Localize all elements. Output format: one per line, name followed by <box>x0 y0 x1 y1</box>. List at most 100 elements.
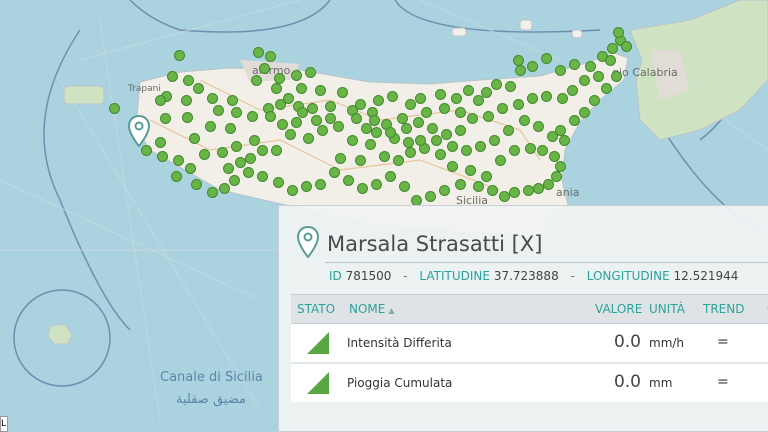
station-marker[interactable] <box>605 55 616 66</box>
station-marker[interactable] <box>379 151 390 162</box>
station-marker[interactable] <box>431 135 442 146</box>
station-marker[interactable] <box>579 75 590 86</box>
col-unita[interactable]: UNITÀ <box>649 302 685 316</box>
station-marker[interactable] <box>259 63 270 74</box>
station-marker[interactable] <box>265 51 276 62</box>
station-marker[interactable] <box>225 123 236 134</box>
station-marker[interactable] <box>257 171 268 182</box>
station-marker[interactable] <box>509 187 520 198</box>
station-marker[interactable] <box>425 191 436 202</box>
station-marker[interactable] <box>435 149 446 160</box>
station-marker[interactable] <box>317 125 328 136</box>
station-marker[interactable] <box>455 179 466 190</box>
station-marker[interactable] <box>413 117 424 128</box>
station-marker[interactable] <box>189 133 200 144</box>
station-marker[interactable] <box>569 115 580 126</box>
station-marker[interactable] <box>171 171 182 182</box>
station-marker[interactable] <box>473 181 484 192</box>
col-nome[interactable]: NOME ▲ <box>349 302 395 316</box>
station-marker[interactable] <box>515 65 526 76</box>
station-marker[interactable] <box>427 123 438 134</box>
station-marker[interactable] <box>537 145 548 156</box>
station-marker[interactable] <box>401 123 412 134</box>
station-marker[interactable] <box>543 179 554 190</box>
station-marker[interactable] <box>333 121 344 132</box>
station-marker[interactable] <box>182 112 193 123</box>
station-marker[interactable] <box>475 141 486 152</box>
station-marker[interactable] <box>365 139 376 150</box>
station-marker[interactable] <box>483 111 494 122</box>
station-marker[interactable] <box>371 127 382 138</box>
station-marker[interactable] <box>155 137 166 148</box>
station-marker[interactable] <box>253 47 264 58</box>
station-marker[interactable] <box>525 143 536 154</box>
station-marker[interactable] <box>305 67 316 78</box>
station-marker[interactable] <box>523 185 534 196</box>
station-marker[interactable] <box>245 153 256 164</box>
station-marker[interactable] <box>473 95 484 106</box>
station-marker[interactable] <box>555 65 566 76</box>
station-marker[interactable] <box>357 183 368 194</box>
station-marker[interactable] <box>325 101 336 112</box>
station-marker[interactable] <box>297 107 308 118</box>
station-marker[interactable] <box>463 85 474 96</box>
station-marker[interactable] <box>355 155 366 166</box>
station-marker[interactable] <box>296 83 307 94</box>
station-marker[interactable] <box>613 27 624 38</box>
selected-station-marker[interactable] <box>127 114 151 148</box>
station-marker[interactable] <box>385 127 396 138</box>
station-marker[interactable] <box>160 113 171 124</box>
station-marker[interactable] <box>283 93 294 104</box>
station-marker[interactable] <box>527 61 538 72</box>
station-marker[interactable] <box>273 177 284 188</box>
station-marker[interactable] <box>415 93 426 104</box>
station-marker[interactable] <box>315 85 326 96</box>
station-marker[interactable] <box>247 111 258 122</box>
station-marker[interactable] <box>277 119 288 130</box>
station-marker[interactable] <box>505 81 516 92</box>
station-marker[interactable] <box>435 89 446 100</box>
station-marker[interactable] <box>589 95 600 106</box>
station-marker[interactable] <box>547 131 558 142</box>
station-marker[interactable] <box>351 113 362 124</box>
station-marker[interactable] <box>513 99 524 110</box>
station-marker[interactable] <box>157 151 168 162</box>
col-stato[interactable]: STATO <box>297 302 335 316</box>
station-marker[interactable] <box>231 141 242 152</box>
station-marker[interactable] <box>527 93 538 104</box>
table-row[interactable]: Pioggia Cumulata 0.0 mm = <box>291 364 768 402</box>
station-marker[interactable] <box>489 135 500 146</box>
station-marker[interactable] <box>405 99 416 110</box>
station-marker[interactable] <box>503 125 514 136</box>
station-marker[interactable] <box>343 175 354 186</box>
station-marker[interactable] <box>441 129 452 140</box>
station-marker[interactable] <box>569 59 580 70</box>
station-marker[interactable] <box>621 41 632 52</box>
station-marker[interactable] <box>329 167 340 178</box>
station-marker[interactable] <box>497 103 508 114</box>
station-marker[interactable] <box>487 185 498 196</box>
station-marker[interactable] <box>335 153 346 164</box>
station-marker[interactable] <box>467 113 478 124</box>
station-marker[interactable] <box>455 107 466 118</box>
station-marker[interactable] <box>611 71 622 82</box>
station-marker[interactable] <box>385 171 396 182</box>
station-marker[interactable] <box>301 181 312 192</box>
station-marker[interactable] <box>109 103 120 114</box>
station-marker[interactable] <box>559 135 570 146</box>
station-marker[interactable] <box>369 115 380 126</box>
station-marker[interactable] <box>461 145 472 156</box>
station-marker[interactable] <box>193 83 204 94</box>
station-marker[interactable] <box>405 147 416 158</box>
station-marker[interactable] <box>533 183 544 194</box>
station-marker[interactable] <box>285 129 296 140</box>
station-marker[interactable] <box>174 50 185 61</box>
station-marker[interactable] <box>601 83 612 94</box>
station-marker[interactable] <box>235 157 246 168</box>
station-marker[interactable] <box>499 191 510 202</box>
station-marker[interactable] <box>291 117 302 128</box>
station-marker[interactable] <box>393 155 404 166</box>
station-marker[interactable] <box>271 83 282 94</box>
station-marker[interactable] <box>217 147 228 158</box>
station-marker[interactable] <box>287 185 298 196</box>
